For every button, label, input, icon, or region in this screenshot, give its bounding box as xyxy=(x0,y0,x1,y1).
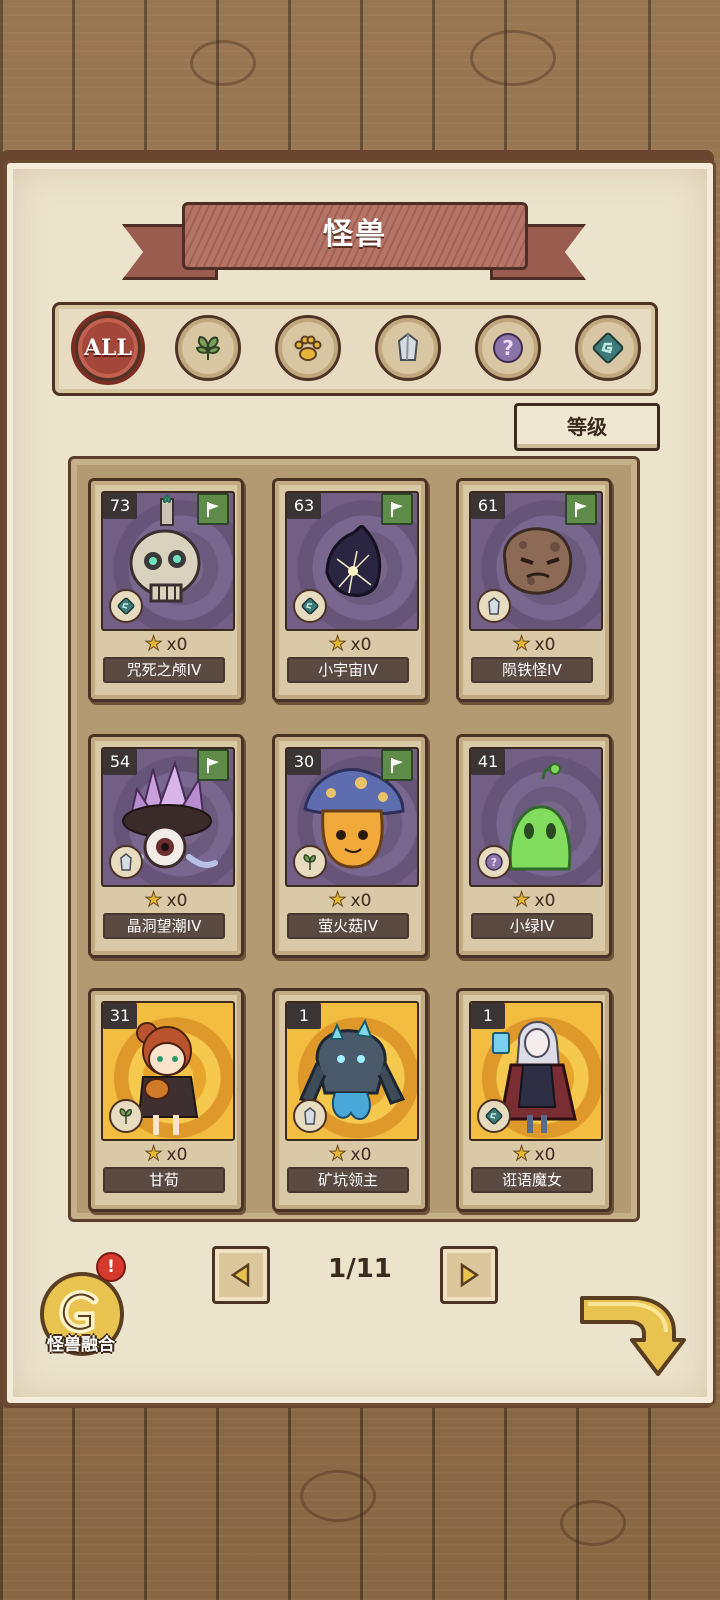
return-arrow-icon xyxy=(580,1296,686,1376)
star-count-value: x0 xyxy=(166,891,188,911)
monster-name: 小绿IV xyxy=(471,913,593,939)
monster-card[interactable]: 54 ★ x0 晶洞望潮IV xyxy=(88,734,244,958)
monster-card[interactable]: 41? ★ x0 小绿IV xyxy=(456,734,612,958)
star-count-value: x0 xyxy=(350,1145,372,1165)
question-icon: ? xyxy=(493,333,523,363)
star-icon: ★ xyxy=(328,631,347,656)
level-badge: 61 xyxy=(471,493,505,519)
crystal-icon xyxy=(109,845,143,879)
flag-icon xyxy=(197,493,229,525)
star-count: ★ x0 xyxy=(275,1141,425,1166)
monster-fusion-button[interactable]: 怪兽融合 ! xyxy=(34,1252,128,1362)
back-button[interactable] xyxy=(574,1288,686,1388)
tab-beast[interactable] xyxy=(275,315,341,381)
sort-level-button[interactable]: 等级 xyxy=(514,403,660,451)
star-icon: ★ xyxy=(512,1141,531,1166)
star-count: ★ x0 xyxy=(275,887,425,912)
monster-name: 咒死之颅IV xyxy=(103,657,225,683)
monster-card[interactable]: 1 ★ x0 诳语魔女 xyxy=(456,988,612,1212)
monster-card[interactable]: 1 ★ x0 矿坑领主 xyxy=(272,988,428,1212)
prev-page-button[interactable] xyxy=(212,1246,270,1304)
level-badge: 73 xyxy=(103,493,137,519)
star-count-value: x0 xyxy=(166,635,188,655)
rune-icon xyxy=(477,1099,511,1133)
page-title: 怪兽 xyxy=(323,217,387,252)
rune-icon xyxy=(592,332,624,364)
monster-name: 矿坑领主 xyxy=(287,1167,409,1193)
monster-name: 诳语魔女 xyxy=(471,1167,593,1193)
crystal-icon xyxy=(293,1099,327,1133)
page-indicator: 1/11 xyxy=(328,1254,392,1284)
monster-name: 甘荀 xyxy=(103,1167,225,1193)
monster-card[interactable]: 31 ★ x0 甘荀 xyxy=(88,988,244,1212)
tab-plant[interactable] xyxy=(175,315,241,381)
notification-badge: ! xyxy=(96,1252,126,1282)
crystal-icon xyxy=(397,332,419,361)
leaf-icon xyxy=(109,1099,143,1133)
svg-text:?: ? xyxy=(491,856,497,869)
level-badge: 41 xyxy=(471,749,505,775)
star-icon: ★ xyxy=(512,887,531,912)
monster-name: 萤火菇IV xyxy=(287,913,409,939)
leaf-icon xyxy=(293,845,327,879)
star-count-value: x0 xyxy=(534,891,556,911)
monster-card[interactable]: 73 ★ x0 咒死之颅IV xyxy=(88,478,244,702)
tab-mystery[interactable]: ? xyxy=(475,315,541,381)
star-count-value: x0 xyxy=(350,891,372,911)
monster-card[interactable]: 30 ★ x0 萤火菇IV xyxy=(272,734,428,958)
star-count: ★ x0 xyxy=(91,887,241,912)
star-icon: ★ xyxy=(144,1141,163,1166)
star-icon: ★ xyxy=(328,1141,347,1166)
monster-name: 晶洞望潮IV xyxy=(103,913,225,939)
level-badge: 31 xyxy=(103,1003,137,1029)
star-count: ★ x0 xyxy=(91,631,241,656)
arrow-left-icon xyxy=(230,1262,250,1288)
category-tabs: ALL ? xyxy=(52,302,658,396)
flag-icon xyxy=(381,749,413,781)
star-icon: ★ xyxy=(144,631,163,656)
star-count-value: x0 xyxy=(350,635,372,655)
star-icon: ★ xyxy=(328,887,347,912)
svg-text:?: ? xyxy=(502,336,514,360)
arrow-right-icon xyxy=(460,1262,480,1288)
level-badge: 63 xyxy=(287,493,321,519)
star-count-value: x0 xyxy=(534,1145,556,1165)
leaf-icon xyxy=(195,335,221,360)
tab-mineral[interactable] xyxy=(375,315,441,381)
level-badge: 1 xyxy=(471,1003,505,1029)
star-count: ★ x0 xyxy=(459,1141,609,1166)
monster-card[interactable]: 63 ★ x0 小宇宙IV xyxy=(272,478,428,702)
crystal-icon xyxy=(477,589,511,623)
tab-rune[interactable] xyxy=(575,315,641,381)
star-icon: ★ xyxy=(144,887,163,912)
monster-name: 小宇宙IV xyxy=(287,657,409,683)
star-icon: ★ xyxy=(512,631,531,656)
star-count-value: x0 xyxy=(534,635,556,655)
star-count-value: x0 xyxy=(166,1145,188,1165)
level-badge: 1 xyxy=(287,1003,321,1029)
rune-icon xyxy=(109,589,143,623)
question-icon: ? xyxy=(477,845,511,879)
rune-icon xyxy=(293,589,327,623)
star-count: ★ x0 xyxy=(459,887,609,912)
paw-icon xyxy=(294,335,322,361)
next-page-button[interactable] xyxy=(440,1246,498,1304)
title-ribbon: 怪兽 xyxy=(122,196,586,288)
tab-all-label: ALL xyxy=(83,335,132,361)
level-badge: 30 xyxy=(287,749,321,775)
flag-icon xyxy=(197,749,229,781)
star-count: ★ x0 xyxy=(91,1141,241,1166)
flag-icon xyxy=(565,493,597,525)
star-count: ★ x0 xyxy=(459,631,609,656)
level-badge: 54 xyxy=(103,749,137,775)
fusion-label: 怪兽融合 xyxy=(47,1335,115,1355)
star-count: ★ x0 xyxy=(275,631,425,656)
monster-name: 陨铁怪IV xyxy=(471,657,593,683)
tab-all[interactable]: ALL xyxy=(75,315,141,381)
flag-icon xyxy=(381,493,413,525)
monster-card[interactable]: 61 ★ x0 陨铁怪IV xyxy=(456,478,612,702)
